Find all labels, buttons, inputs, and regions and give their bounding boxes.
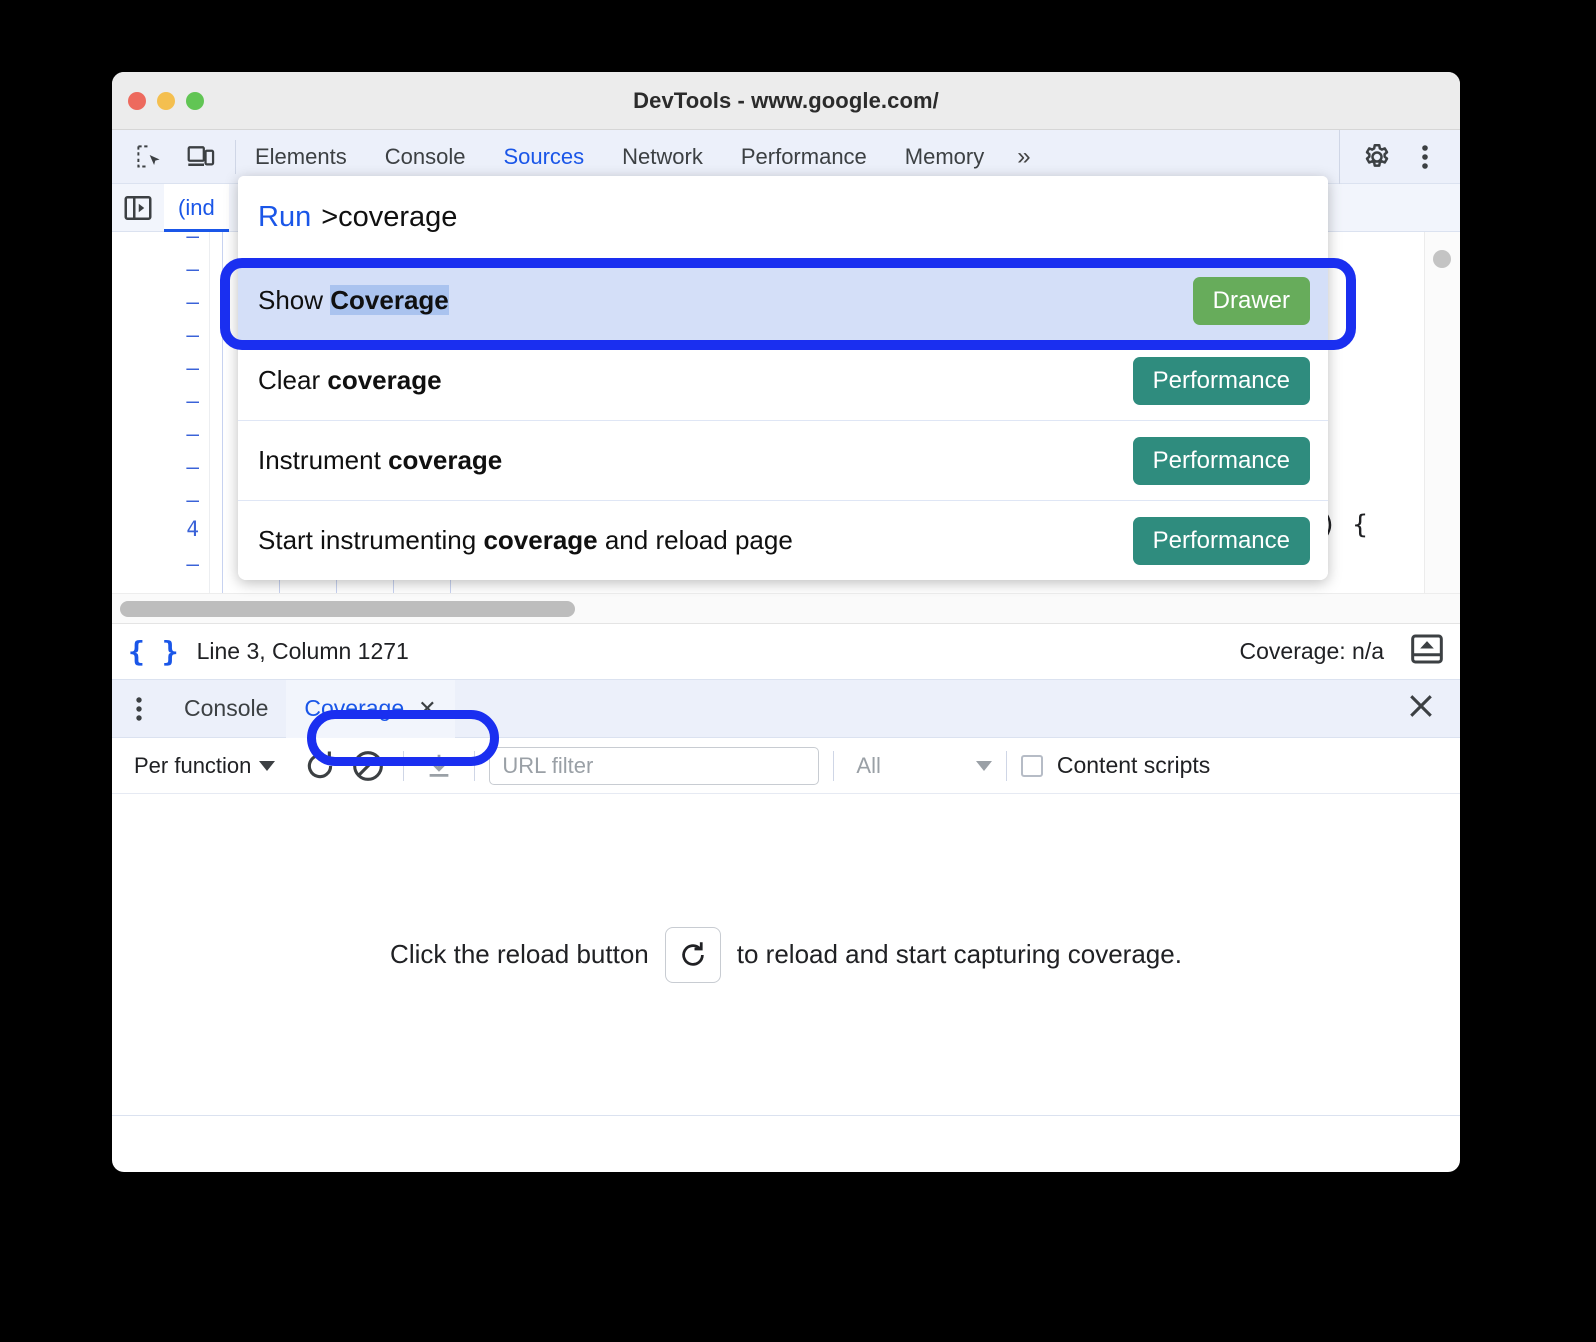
coverage-clear-button[interactable]: [347, 746, 389, 786]
command-item-badge: Performance: [1132, 356, 1310, 405]
statusbar-right: Coverage: n/a: [1240, 634, 1444, 669]
show-drawer-icon[interactable]: [1410, 634, 1444, 669]
drawer-tab-console[interactable]: Console: [166, 695, 286, 722]
coverage-empty-state: Click the reload button to reload and st…: [112, 794, 1460, 1116]
toolbar-divider: [474, 750, 476, 781]
coverage-type-filter-label: All: [856, 752, 881, 778]
coverage-toolbar: Per function URL filter All Content scri…: [112, 738, 1460, 794]
editor-horizontal-scroll-thumb[interactable]: [120, 601, 575, 617]
pretty-print-braces-icon[interactable]: { }: [128, 635, 179, 668]
file-tab-index[interactable]: (ind: [164, 183, 229, 232]
command-item-instrument-coverage[interactable]: Instrument coverage Performance: [238, 420, 1328, 500]
url-filter-input[interactable]: URL filter: [489, 746, 820, 785]
screenshot-stage: DevTools - www.google.com/ Elements Cons…: [0, 0, 1596, 1342]
command-item-label: Show Coverage: [258, 285, 449, 315]
close-drawer-button[interactable]: [1408, 693, 1460, 724]
toolbar-divider: [833, 750, 835, 781]
statusbar-left: { } Line 3, Column 1271: [128, 635, 409, 668]
command-item-show-coverage[interactable]: Show Coverage Drawer: [238, 260, 1328, 340]
command-palette-input[interactable]: Run >coverage: [238, 176, 1328, 260]
editor-statusbar: { } Line 3, Column 1271 Coverage: n/a: [112, 624, 1460, 680]
command-item-label: Start instrumenting coverage and reload …: [258, 525, 793, 555]
more-options-icon[interactable]: [1404, 137, 1446, 177]
chevron-down-icon: [259, 760, 276, 771]
window-titlebar: DevTools - www.google.com/: [112, 72, 1460, 130]
zoom-window-button[interactable]: [186, 92, 204, 110]
command-item-badge: Drawer: [1192, 276, 1310, 325]
editor-vertical-scrollbar[interactable]: [1433, 250, 1451, 268]
show-navigator-icon[interactable]: [112, 193, 164, 223]
coverage-export-button[interactable]: [418, 746, 460, 786]
devtools-tool-icons: [112, 137, 235, 177]
command-item-badge: Performance: [1132, 516, 1310, 565]
coverage-mode-label: Per function: [134, 752, 252, 778]
gutter-mark: –: [186, 488, 199, 512]
coverage-status-label: Coverage: n/a: [1239, 638, 1384, 664]
toolbar-divider: [1005, 750, 1007, 781]
gutter-mark: –: [186, 356, 199, 380]
coverage-type-filter-select[interactable]: All: [848, 752, 992, 779]
settings-gear-icon[interactable]: [1356, 137, 1398, 177]
command-item-clear-coverage[interactable]: Clear coverage Performance: [238, 340, 1328, 420]
minimize-window-button[interactable]: [157, 92, 175, 110]
editor-scroll-rail[interactable]: [1424, 232, 1460, 623]
command-item-label: Clear coverage: [258, 365, 442, 395]
command-item-start-instrumenting-coverage[interactable]: Start instrumenting coverage and reload …: [238, 500, 1328, 580]
close-coverage-tab-icon[interactable]: ✕: [418, 696, 436, 722]
toolbar-divider: [403, 750, 405, 781]
cursor-position-label: Line 3, Column 1271: [196, 638, 409, 664]
traffic-lights[interactable]: [128, 92, 204, 110]
close-window-button[interactable]: [128, 92, 146, 110]
editor-horizontal-scrollbar[interactable]: [112, 593, 1460, 623]
content-scripts-checkbox[interactable]: [1020, 754, 1043, 777]
coverage-message-before: Click the reload button: [390, 939, 649, 969]
gutter-mark: –: [186, 323, 199, 347]
chevron-down-icon: [975, 760, 992, 771]
content-scripts-toggle[interactable]: Content scripts: [1020, 752, 1211, 779]
gutter-mark: –: [186, 422, 199, 446]
drawer-tab-coverage[interactable]: Coverage ✕: [286, 679, 455, 738]
command-palette[interactable]: Run >coverage Show Coverage Drawer Clear…: [238, 176, 1328, 580]
gutter-mark: –: [186, 552, 199, 576]
drawer-footer: [112, 1116, 1460, 1156]
editor-gutter: – – – – – – – – – 4 –: [112, 232, 210, 623]
coverage-empty-message: Click the reload button to reload and st…: [390, 926, 1182, 983]
gutter-mark: –: [186, 232, 199, 248]
command-item-label: Instrument coverage: [258, 445, 503, 475]
gutter-line-number: 4: [186, 517, 199, 541]
coverage-mode-select[interactable]: Per function: [126, 753, 283, 779]
more-tabs-icon[interactable]: [112, 695, 166, 723]
devtools-tabbar-right: [1339, 130, 1460, 184]
url-filter-placeholder: URL filter: [502, 752, 594, 778]
content-scripts-label: Content scripts: [1056, 752, 1211, 778]
coverage-reload-inline-button[interactable]: [664, 926, 721, 983]
inspect-element-icon[interactable]: [128, 137, 170, 177]
devtools-window: DevTools - www.google.com/ Elements Cons…: [112, 72, 1460, 1172]
command-palette-prefix: Run: [258, 201, 312, 233]
command-item-badge: Performance: [1132, 436, 1310, 485]
coverage-message-after: to reload and start capturing coverage.: [736, 939, 1182, 969]
device-toolbar-icon[interactable]: [180, 137, 222, 177]
drawer-tab-coverage-label: Coverage: [304, 695, 405, 721]
gutter-mark: –: [186, 389, 199, 413]
drawer-tabstrip: Console Coverage ✕: [112, 679, 1460, 738]
window-title: DevTools - www.google.com/: [633, 87, 939, 113]
command-palette-list: Show Coverage Drawer Clear coverage Perf…: [238, 260, 1328, 580]
gutter-mark: –: [186, 257, 199, 281]
gutter-mark: –: [186, 455, 199, 479]
gutter-mark: –: [186, 290, 199, 314]
command-palette-query: >coverage: [321, 201, 458, 233]
coverage-reload-button[interactable]: [299, 746, 341, 786]
